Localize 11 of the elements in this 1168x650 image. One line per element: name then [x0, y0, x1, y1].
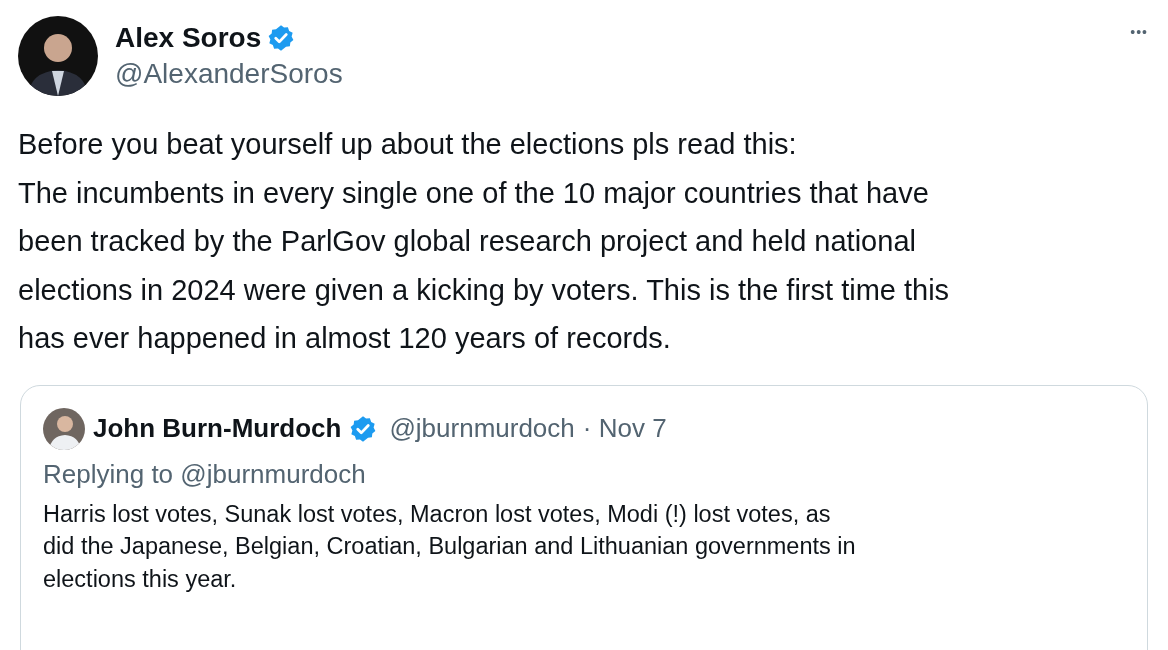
quoted-author-name[interactable]: John Burn-Murdoch — [93, 409, 342, 448]
quoted-tweet-card[interactable] — [20, 384, 1148, 650]
more-button[interactable]: ••• — [1130, 22, 1148, 43]
quoted-tweet-text: Harris lost votes, Sunak lost votes, Macron lost votes, Modi (!) lost votes, as did the Japanese, Belgian, Croatian, Bulgarian and Lithuanian governments in elections this year. — [43, 499, 857, 594]
replying-to-text: Replying to @jburnmurdoch — [43, 457, 367, 491]
author-handle[interactable]: @AlexanderSoros — [115, 56, 343, 92]
tweet-date[interactable]: · Nov 7 — [582, 409, 667, 448]
quoted-author-handle[interactable]: @jburnmurdoch — [389, 409, 575, 448]
avatar — [43, 407, 85, 450]
tweet-text: Before you beat yourself up about the elections pls read this: The incumbents in every single one of the 10 major countries that have been tracked by the ParlGov global research project and held national elections in 2024 were given a kicking by voters. This is the first time this has ever happened in almost 120 years of records. — [18, 127, 951, 356]
author-name[interactable]: Alex Soros — [115, 20, 262, 56]
